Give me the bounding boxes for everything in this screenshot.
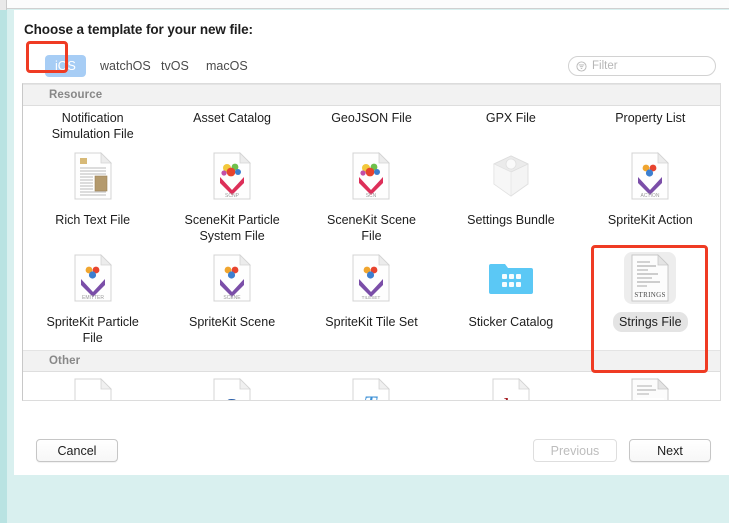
settings-bundle-icon[interactable]	[485, 150, 537, 202]
filter-input[interactable]: Filter	[568, 56, 716, 76]
window-left-gutter-mint	[0, 10, 7, 523]
filter-placeholder: Filter	[592, 60, 618, 72]
template-cell[interactable]: SceneKit Scene File	[302, 208, 441, 248]
template-cell-sticker-catalog[interactable]	[441, 248, 580, 310]
section-header-resource: Resource	[23, 84, 720, 106]
window-top-strip	[7, 0, 729, 9]
template-label: SpriteKit Tile Set	[325, 315, 418, 329]
template-cell-spritekit-action[interactable]: ACTION	[581, 146, 720, 208]
icon-badge: SCN	[366, 193, 377, 199]
assembly-file-icon[interactable]: S	[206, 376, 258, 401]
template-row-icons-2: SCNP SCN ACTION	[23, 146, 720, 208]
icon-badge: SCENE	[223, 295, 241, 301]
scenekit-particle-system-file-icon[interactable]: SCNP	[206, 150, 258, 202]
template-label: Asset Catalog	[193, 111, 271, 125]
template-cell[interactable]: SpriteKit Scene	[162, 310, 301, 350]
template-cell-spritekit-particle-file[interactable]: EMITTER	[23, 248, 162, 310]
template-cell-settings-bundle[interactable]	[441, 146, 580, 208]
template-cell[interactable]: SpriteKit Action	[581, 208, 720, 248]
page-title: Choose a template for your new file:	[24, 22, 253, 37]
icon-badge: STRINGS	[635, 291, 666, 299]
template-row-labels-1: Notification Simulation File Asset Catal…	[23, 106, 720, 146]
template-cell[interactable]: Notification Simulation File	[23, 106, 162, 146]
template-cell[interactable]: Settings Bundle	[441, 208, 580, 248]
template-label: Settings Bundle	[467, 213, 555, 227]
template-cell-rich-text-file[interactable]	[23, 146, 162, 208]
template-cell[interactable]: Asset Catalog	[162, 106, 301, 146]
template-label: Property List	[615, 111, 686, 125]
icon-badge: TILESET	[362, 295, 381, 300]
template-cell-spritekit-tile-set[interactable]: TILESET	[302, 248, 441, 310]
template-label-selected: Strings File	[613, 312, 688, 332]
template-cell-config-file[interactable]: T CONFIG	[302, 372, 441, 401]
cancel-button[interactable]: Cancel	[36, 439, 118, 462]
spritekit-particle-file-icon[interactable]: EMITTER	[67, 252, 119, 304]
template-cell[interactable]: SceneKit Particle System File	[162, 208, 301, 248]
tab-tvos[interactable]: tvOS	[151, 55, 199, 77]
screenshot-root: Choose a template for your new file: iOS…	[0, 0, 729, 523]
spritekit-action-icon[interactable]: ACTION	[624, 150, 676, 202]
template-cell[interactable]: Rich Text File	[23, 208, 162, 248]
scenekit-scene-file-icon[interactable]: SCN	[345, 150, 397, 202]
template-cell[interactable]: SpriteKit Particle File	[23, 310, 162, 350]
template-row-icons-other: S T CONFIG	[23, 372, 720, 401]
spritekit-tile-set-icon[interactable]: TILESET	[345, 252, 397, 304]
template-cell-spritekit-scene[interactable]: SCENE	[162, 248, 301, 310]
template-label: SpriteKit Action	[607, 213, 693, 227]
template-label: SpriteKit Scene	[189, 315, 276, 329]
template-cell[interactable]: Sticker Catalog	[441, 310, 580, 350]
template-cell[interactable]: GPX File	[441, 106, 580, 146]
platform-tabbar: iOS watchOS tvOS macOS Filter	[14, 51, 729, 83]
template-label: GPX File	[485, 111, 536, 125]
section-header-other: Other	[23, 350, 720, 372]
strings-file-icon[interactable]: STRINGS	[624, 252, 677, 304]
template-row-icons-3: EMITTER SCENE TILESET STRINGS	[23, 248, 720, 310]
template-label: SceneKit Particle System File	[184, 213, 280, 243]
tab-macos[interactable]: macOS	[196, 55, 258, 77]
template-cell-empty-file[interactable]	[23, 372, 162, 400]
template-cell-shell-script[interactable]: SHELL	[581, 372, 720, 400]
icon-glyph: h	[504, 395, 516, 401]
template-cell[interactable]: SpriteKit Tile Set	[302, 310, 441, 350]
template-label: SceneKit Scene File	[327, 213, 416, 243]
template-chooser-sheet: Choose a template for your new file: iOS…	[14, 10, 729, 475]
icon-glyph: S	[224, 395, 237, 401]
template-label: Notification Simulation File	[51, 111, 134, 141]
empty-file-icon[interactable]	[67, 376, 119, 400]
template-label: GeoJSON File	[331, 111, 412, 125]
tab-ios[interactable]: iOS	[45, 55, 86, 77]
template-label: Rich Text File	[55, 213, 131, 227]
template-list[interactable]: Resource Notification Simulation File As…	[22, 83, 721, 401]
shell-script-icon[interactable]: SHELL	[624, 376, 676, 400]
rich-text-file-icon[interactable]	[67, 150, 119, 202]
template-cell[interactable]: Property List	[581, 106, 720, 146]
icon-glyph: T	[364, 392, 379, 401]
template-cell[interactable]: GeoJSON File	[302, 106, 441, 146]
template-row-labels-3: SpriteKit Particle File SpriteKit Scene …	[23, 310, 720, 350]
template-label: Sticker Catalog	[468, 315, 554, 329]
icon-badge: SCNP	[225, 193, 240, 199]
template-cell-scenekit-particle-system-file[interactable]: SCNP	[162, 146, 301, 208]
previous-button[interactable]: Previous	[533, 439, 617, 462]
next-button[interactable]: Next	[629, 439, 711, 462]
template-cell-assembly-file[interactable]: S	[162, 372, 301, 401]
config-file-icon[interactable]: T CONFIG	[345, 376, 397, 401]
template-cell-header-file[interactable]: h	[441, 372, 580, 401]
template-cell-scenekit-scene-file[interactable]: SCN	[302, 146, 441, 208]
icon-badge: EMITTER	[82, 295, 104, 301]
template-label: SpriteKit Particle File	[46, 315, 139, 345]
spritekit-scene-icon[interactable]: SCENE	[206, 252, 258, 304]
filter-icon	[576, 60, 587, 72]
header-file-icon[interactable]: h	[485, 376, 537, 401]
sticker-catalog-icon[interactable]	[485, 252, 537, 304]
template-row-labels-2: Rich Text File SceneKit Particle System …	[23, 208, 720, 248]
template-cell-selected[interactable]: Strings File	[581, 310, 720, 350]
icon-badge: ACTION	[641, 193, 660, 199]
template-cell-strings-file[interactable]: STRINGS	[581, 248, 720, 310]
